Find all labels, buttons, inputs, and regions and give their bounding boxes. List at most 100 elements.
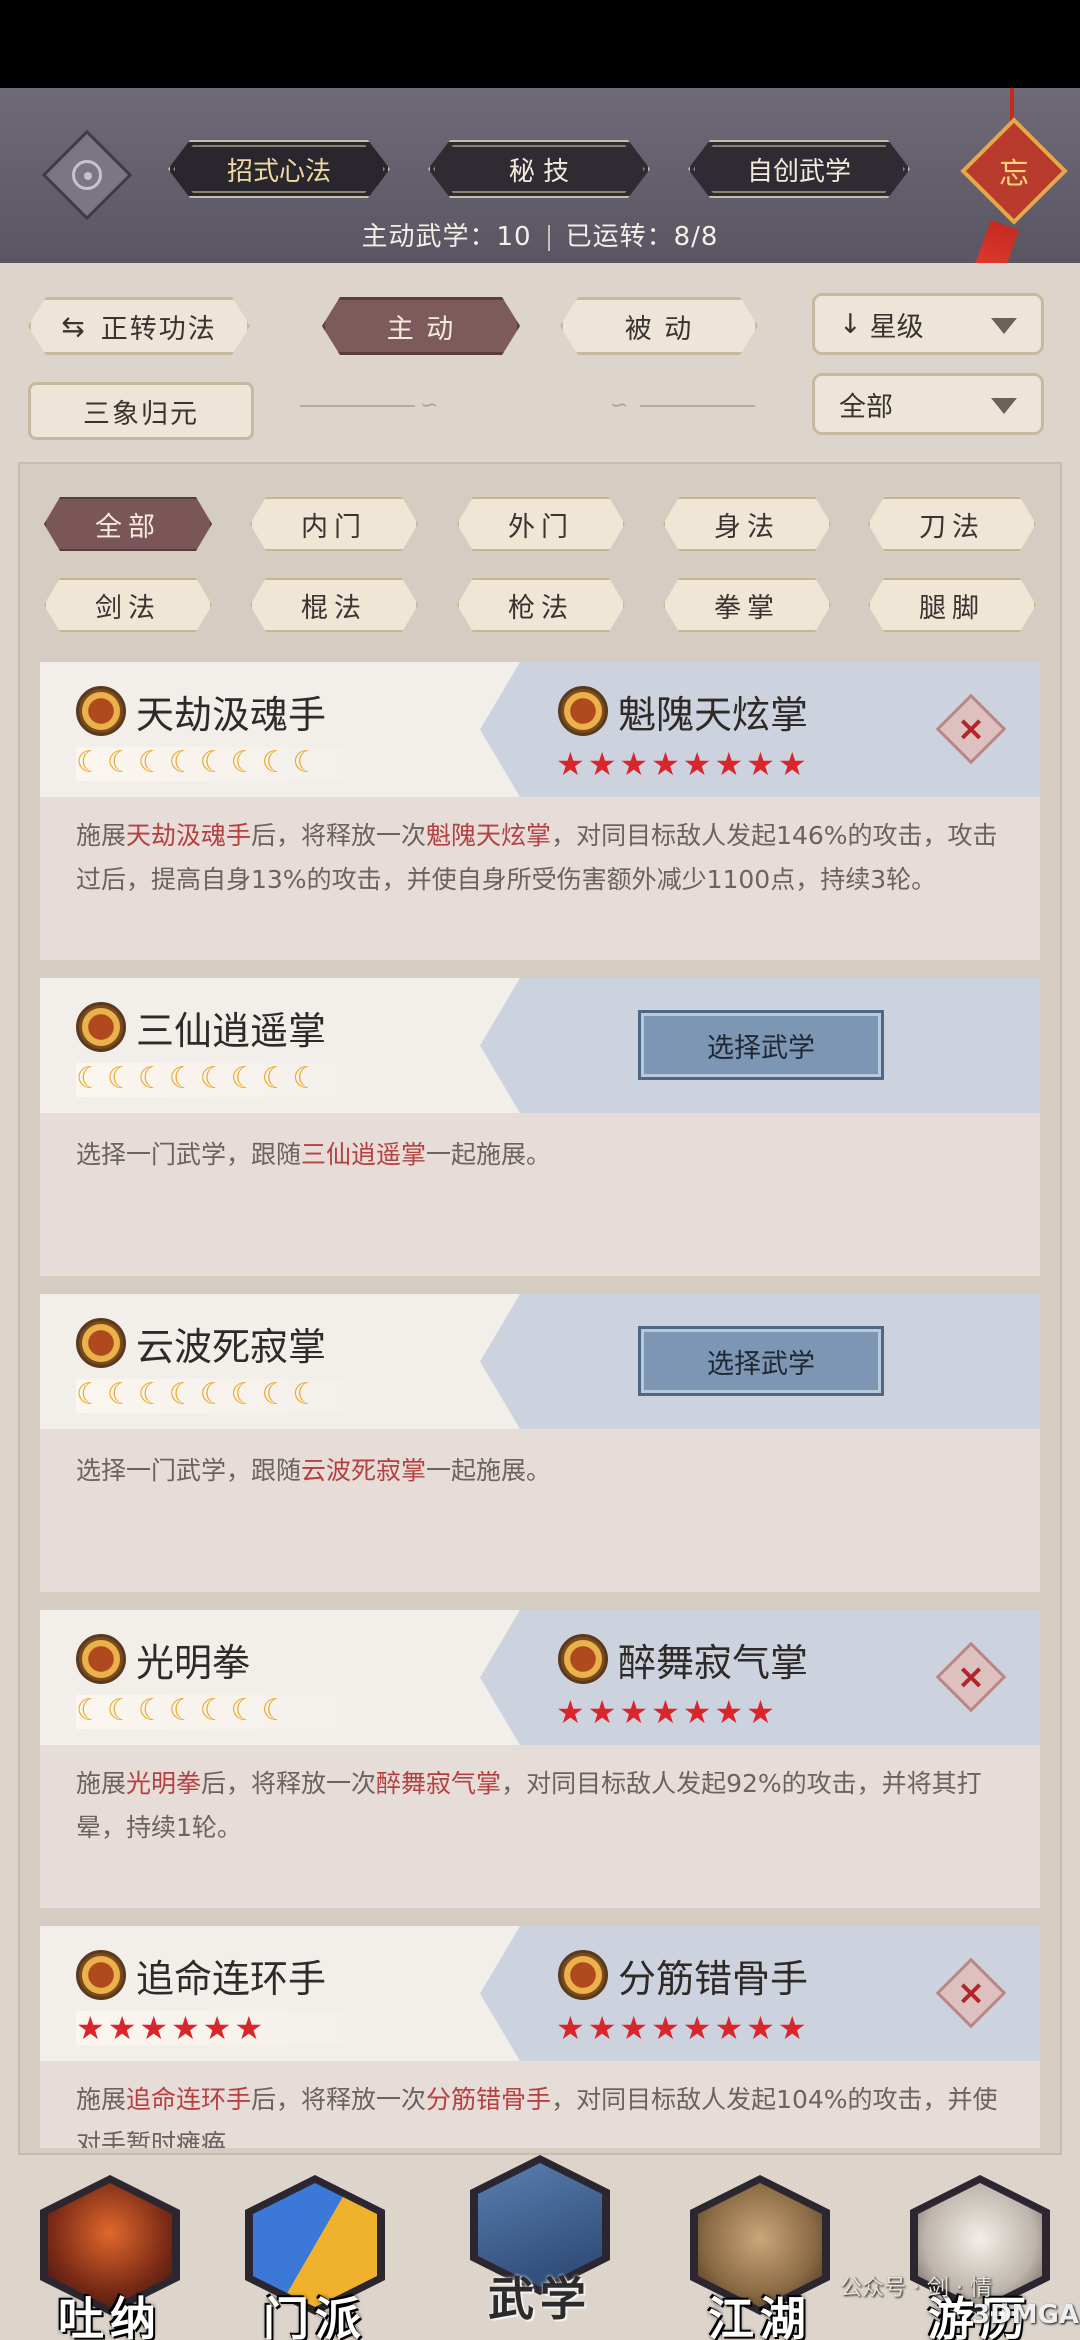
divider <box>547 224 550 251</box>
filter-spear[interactable]: 枪法 <box>457 578 625 632</box>
desc-text: 选择一门武学，跟随 <box>76 1456 302 1485</box>
tab-self-created[interactable]: 自创武学 <box>688 140 910 198</box>
header-bar: 招式心法 秘 技 自创武学 忘 主动武学：10 已运转：8/8 <box>0 88 1080 297</box>
skill-name[interactable]: 天劫汲魂手 <box>136 684 326 739</box>
sanxiang-button[interactable]: 三象归元 <box>28 382 254 440</box>
filter-outer[interactable]: 外门 <box>457 497 625 551</box>
fist-icon <box>76 1950 126 2000</box>
skill-highlight: 三仙逍遥掌 <box>301 1140 427 1169</box>
nav-label: 门派 <box>263 2292 367 2340</box>
star-icon: ★ <box>651 1693 680 1731</box>
filter-sword[interactable]: 剑法 <box>44 578 212 632</box>
fist-icon <box>76 1634 126 1684</box>
fist-icon <box>558 1634 608 1684</box>
cloud-ornament-icon: ∽ <box>610 393 629 418</box>
star-icon: ★ <box>76 2009 105 2047</box>
combo-card: 云波死寂掌 ☾ ☾ ☾ ☾ ☾ ☾ ☾ ☾ 选择武学 选择一门武学，跟随云波死寂掌一起施展。 <box>40 1294 1040 1592</box>
star-icon: ★ <box>556 745 585 783</box>
star-icon: ★ <box>777 2009 807 2047</box>
select-martial-button[interactable]: 选择武学 <box>638 1326 884 1396</box>
select-label: 选择武学 <box>707 1348 815 1380</box>
nav-martial[interactable]: 武学 <box>460 2155 620 2326</box>
combo-description: 选择一门武学，跟随三仙逍遥掌一起施展。 <box>76 1133 1016 1177</box>
skill-name[interactable]: 追命连环手 <box>136 1948 326 2003</box>
filter-all[interactable]: 全部 <box>44 497 212 551</box>
star-icon: ★ <box>714 745 744 783</box>
forget-button[interactable]: 忘 <box>960 117 1068 225</box>
moon-icon: ☾ <box>76 1061 103 1096</box>
filter-legs[interactable]: 腿脚 <box>868 578 1036 632</box>
mode-active-button[interactable]: 主 动 <box>322 297 520 355</box>
nav-label: 吐纳 <box>58 2292 162 2340</box>
skill-name[interactable]: 光明拳 <box>136 1632 250 1687</box>
select-martial-button[interactable]: 选择武学 <box>638 1010 884 1080</box>
linked-skill-name[interactable]: 魁隗天炫掌 <box>618 684 808 739</box>
mode-passive-button[interactable]: 被 动 <box>560 297 758 355</box>
star-icon: ★ <box>714 1693 744 1731</box>
skill-highlight: 魁隗天炫掌 <box>426 821 552 850</box>
cloud-ornament-icon: ∽ <box>420 393 439 418</box>
desc-text: 施展 <box>76 2085 127 2114</box>
filter-label: 内门 <box>301 511 367 543</box>
combo-card: 追命连环手 ★ ★ ★ ★ ★ ★ 分筋错骨手 ★ ★ ★ ★ ★ ★ ★ ★ × 施展追命连环手后，将… <box>40 1926 1040 2148</box>
moon-icon: ☾ <box>106 1377 134 1412</box>
nav-sect[interactable]: 门派 <box>235 2175 395 2340</box>
fist-icon <box>76 1002 126 1052</box>
tab-secret-skills[interactable]: 秘 技 <box>428 140 650 198</box>
combo-description: 施展天劫汲魂手后，将释放一次魁隗天炫掌，对同目标敌人发起146%的攻击，攻击过后… <box>76 814 1016 902</box>
moon-icon: ☾ <box>261 1061 289 1096</box>
filter-blade[interactable]: 刀法 <box>868 497 1036 551</box>
star-icon: ★ <box>746 1693 775 1731</box>
skill-highlight: 云波死寂掌 <box>301 1456 427 1485</box>
desc-text: 一起施展。 <box>426 1140 552 1169</box>
moon-icon: ☾ <box>137 1377 165 1412</box>
moon-icon: ☾ <box>168 745 196 780</box>
filter-label: 全部 <box>95 511 161 543</box>
star-icon: ★ <box>139 2009 169 2047</box>
combo-description: 选择一门武学，跟随云波死寂掌一起施展。 <box>76 1449 1016 1493</box>
moon-icon: ☾ <box>261 1693 289 1728</box>
star-icon: ★ <box>202 2009 232 2047</box>
skill-name[interactable]: 三仙逍遥掌 <box>136 1000 326 1055</box>
star-icon: ★ <box>587 2009 617 2047</box>
linked-skill-name[interactable]: 分筋错骨手 <box>618 1948 808 2003</box>
star-rating: ★ ★ ★ ★ ★ ★ ★ ★ <box>556 2012 807 2044</box>
desc-text: 后，将释放一次 <box>251 2085 427 2114</box>
skill-name[interactable]: 云波死寂掌 <box>136 1316 326 1371</box>
nav-tuna[interactable]: 吐纳 <box>30 2175 190 2340</box>
linked-skill-name[interactable]: 醉舞寂气掌 <box>618 1632 808 1687</box>
bottom-nav: 吐纳 门派 武学 江湖 游历 <box>0 2150 1080 2340</box>
fist-icon <box>558 1950 608 2000</box>
star-icon: ★ <box>234 2009 264 2047</box>
desc-text: 施展 <box>76 1769 127 1798</box>
rotate-technique-button[interactable]: ⇆ 正转功法 <box>28 297 250 355</box>
moon-icon: ☾ <box>168 1377 196 1412</box>
filter-fist-palm[interactable]: 拳掌 <box>663 578 831 632</box>
nav-jianghu[interactable]: 江湖 <box>680 2175 840 2340</box>
filter-label: 枪法 <box>508 592 574 624</box>
category-dropdown[interactable]: 全部 <box>812 373 1044 435</box>
star-icon: ★ <box>777 745 807 783</box>
star-rating: ★ ★ ★ ★ ★ ★ <box>76 2012 263 2044</box>
moon-icon: ☾ <box>199 1061 227 1096</box>
eye-toggle-button[interactable] <box>41 129 133 221</box>
star-rating: ★ ★ ★ ★ ★ ★ ★ <box>556 1696 775 1728</box>
star-icon: ★ <box>556 2009 585 2047</box>
filter-inner[interactable]: 内门 <box>250 497 418 551</box>
filter-label: 外门 <box>508 511 574 543</box>
tab-moves-methods[interactable]: 招式心法 <box>168 140 390 198</box>
filter-label: 刀法 <box>919 511 985 543</box>
desc-text: 选择一门武学，跟随 <box>76 1140 302 1169</box>
sort-dropdown[interactable]: ↓ 星级 <box>812 293 1044 355</box>
filter-movement[interactable]: 身法 <box>663 497 831 551</box>
nav-label: 武学 <box>488 2272 592 2326</box>
swap-arrows-icon: ⇆ <box>61 309 87 343</box>
filter-staff[interactable]: 棍法 <box>250 578 418 632</box>
desc-text: 施展 <box>76 821 127 850</box>
desc-text: 后，将释放一次 <box>201 1769 377 1798</box>
running-count: 已运转：8/8 <box>565 222 719 252</box>
moon-icon: ☾ <box>261 1377 289 1412</box>
combo-card: 天劫汲魂手 ☾ ☾ ☾ ☾ ☾ ☾ ☾ ☾ 魁隗天炫掌 ★ ★ ★ ★ ★ ★ ★ ★ × 施展天劫汲魂手后… <box>40 662 1040 960</box>
star-icon: ★ <box>651 2009 680 2047</box>
moon-rating: ☾ ☾ ☾ ☾ ☾ ☾ ☾ <box>76 1696 288 1726</box>
